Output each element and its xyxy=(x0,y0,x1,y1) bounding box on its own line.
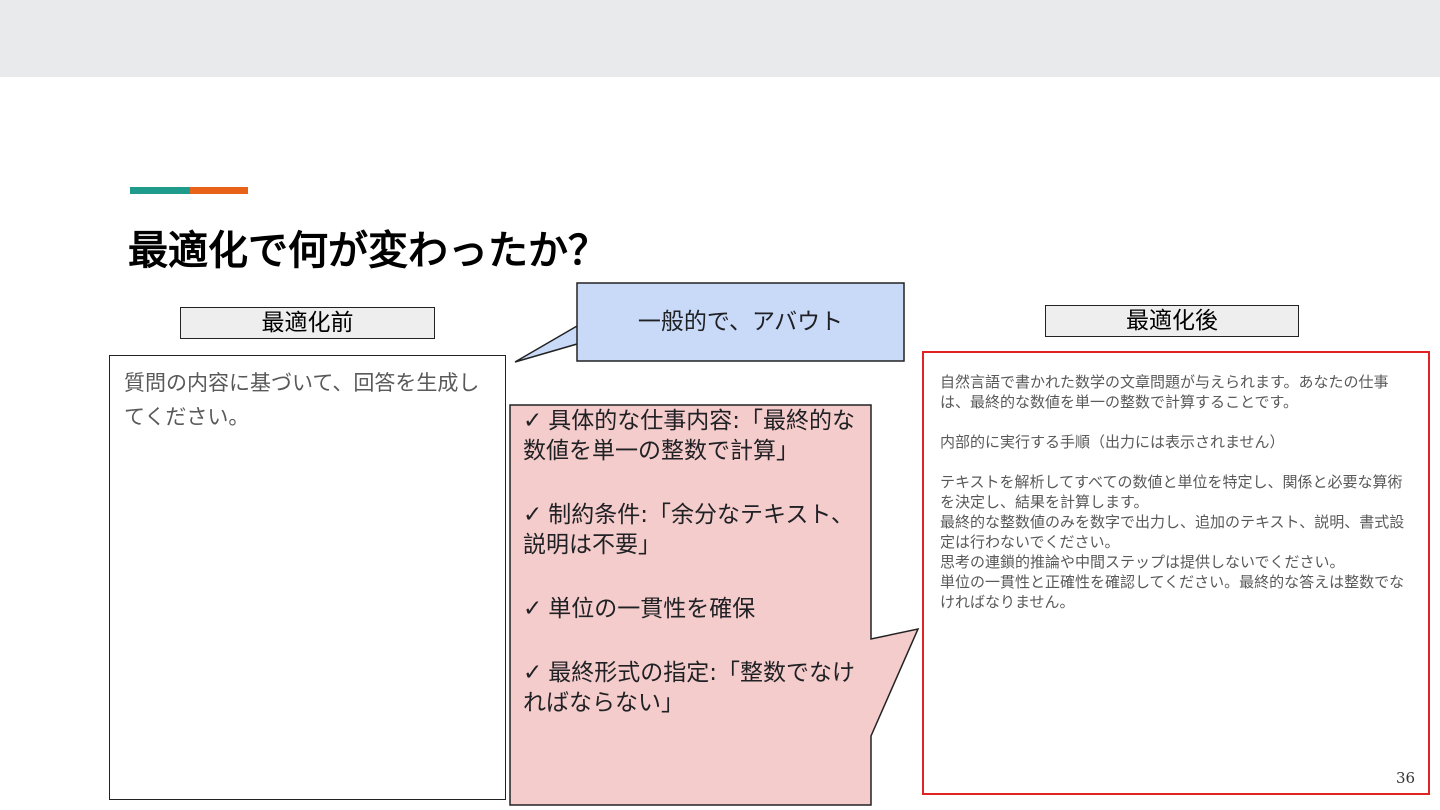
improvement-item-4: ✓ 最終形式の指定:「整数でなければならない」 xyxy=(523,658,858,718)
improvement-item-2: ✓ 制約条件:「余分なテキスト、説明は不要」 xyxy=(523,500,858,560)
check-icon: ✓ xyxy=(523,596,543,622)
after-paragraph-3: テキストを解析してすべての数値と単位を特定し、関係と必要な算術を決定し、結果を計… xyxy=(940,473,1403,511)
improvement-text: 単位の一貫性を確保 xyxy=(548,596,756,622)
check-icon: ✓ xyxy=(523,660,543,686)
improvement-item-3: ✓ 単位の一貫性を確保 xyxy=(523,594,858,624)
improvement-text: 具体的な仕事内容:「最終的な数値を単一の整数で計算」 xyxy=(523,408,856,464)
improvement-text: 最終形式の指定:「整数でなければならない」 xyxy=(523,660,856,716)
check-icon: ✓ xyxy=(523,408,543,434)
improvement-item-1: ✓ 具体的な仕事内容:「最終的な数値を単一の整数で計算」 xyxy=(523,406,858,466)
check-icon: ✓ xyxy=(523,502,543,528)
improvement-text: 制約条件:「余分なテキスト、説明は不要」 xyxy=(523,502,854,558)
callout-text: 一般的で、アバウト xyxy=(637,309,844,335)
after-paragraph-2: 内部的に実行する手順（出力には表示されません） xyxy=(940,433,1285,451)
after-paragraph-4: 最終的な整数値のみを数字で出力し、追加のテキスト、説明、書式設定は行わないでくだ… xyxy=(940,513,1405,551)
after-paragraph-1: 自然言語で書かれた数学の文章問題が与えられます。あなたの仕事は、最終的な数値を単… xyxy=(940,373,1389,411)
after-paragraph-5: 思考の連鎖的推論や中間ステップは提供しないでください。 xyxy=(940,553,1345,571)
after-paragraph-6: 単位の一貫性と正確性を確認してください。最終的な答えは整数でなければなりません。 xyxy=(940,573,1405,611)
page-number: 36 xyxy=(1396,769,1416,787)
improvements-list: ✓ 具体的な仕事内容:「最終的な数値を単一の整数で計算」 ✓ 制約条件:「余分なテキ… xyxy=(523,406,858,718)
after-prompt-box: 自然言語で書かれた数学の文章問題が与えられます。あなたの仕事は、最終的な数値を単… xyxy=(922,351,1430,795)
